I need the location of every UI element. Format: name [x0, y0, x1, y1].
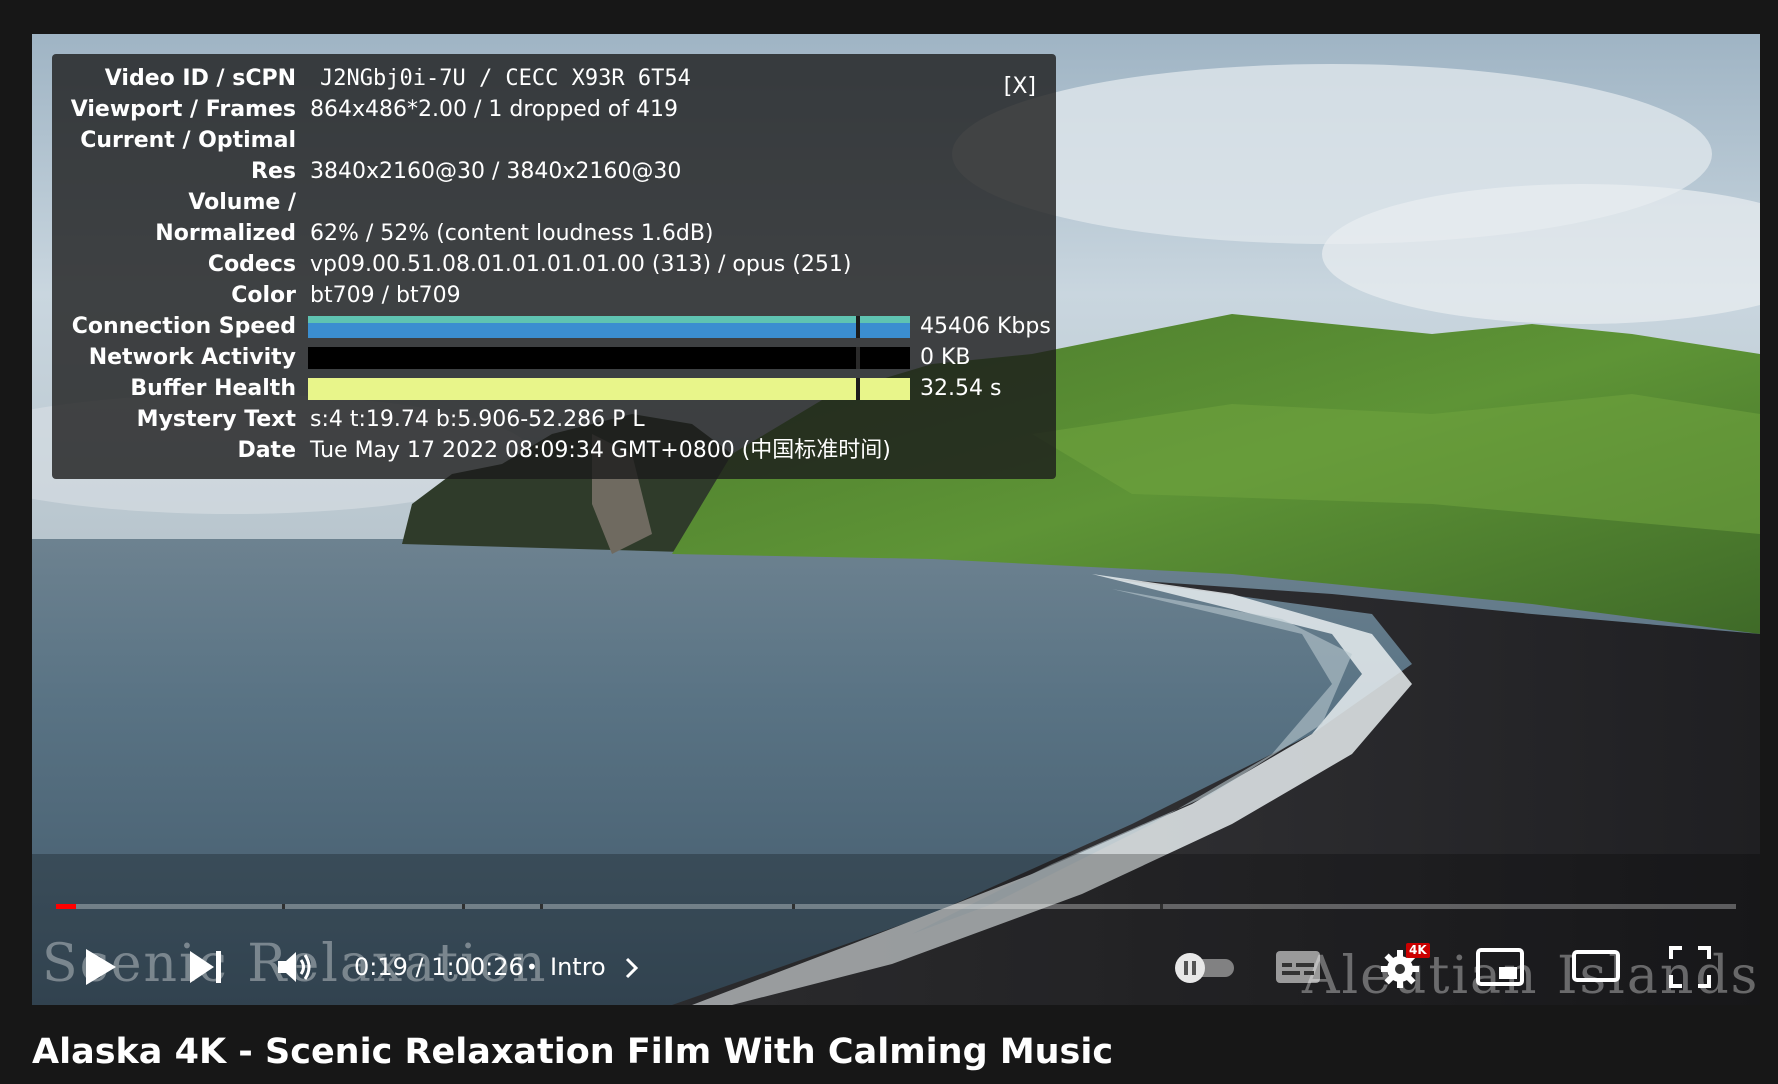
- stat-value: 45406 Kbps: [920, 314, 1051, 339]
- stat-value: Tue May 17 2022 08:09:34 GMT+0800 (中国标准时…: [310, 438, 891, 463]
- miniplayer-icon: [1476, 948, 1524, 986]
- volume-button[interactable]: [268, 939, 324, 995]
- miniplayer-button[interactable]: [1472, 939, 1528, 995]
- bar-divider: [856, 316, 860, 338]
- stat-label: Res: [251, 159, 296, 184]
- stat-label: Color: [231, 283, 296, 308]
- stat-label: Codecs: [207, 252, 296, 277]
- play-button[interactable]: [72, 939, 128, 995]
- autoplay-toggle[interactable]: [1166, 939, 1240, 995]
- stat-label: Normalized: [155, 221, 296, 246]
- chevron-right-icon: [626, 957, 639, 979]
- stat-label: Current / Optimal: [80, 128, 296, 153]
- network-bar-fill: [308, 347, 910, 369]
- chapter-button[interactable]: Intro: [550, 939, 641, 995]
- stat-row-connection-speed: Connection Speed 45406 Kbps: [52, 312, 1056, 342]
- stat-row-viewport: Viewport / Frames 864x486*2.00 / 1 dropp…: [52, 95, 1056, 125]
- stat-value: 0 KB: [920, 345, 971, 370]
- page: Scenic Relaxation Aleutian Islands [X] V…: [0, 0, 1778, 1084]
- stat-row-volume: Volume /: [52, 188, 1056, 218]
- stat-row-res: Res 3840x2160@30 / 3840x2160@30: [52, 157, 1056, 187]
- subtitles-button[interactable]: [1270, 939, 1326, 995]
- video-title: Alaska 4K - Scenic Relaxation Film With …: [32, 1032, 1114, 1072]
- chapter-marker: [462, 904, 465, 909]
- fullscreen-icon: [1669, 946, 1711, 988]
- next-button[interactable]: [178, 939, 234, 995]
- stat-row-date: Date Tue May 17 2022 08:09:34 GMT+0800 (…: [52, 436, 1056, 466]
- stat-row-normalized: Normalized 62% / 52% (content loudness 1…: [52, 219, 1056, 249]
- stat-label: Date: [237, 438, 296, 463]
- connection-speed-bar: [308, 316, 910, 338]
- player-controls: 0:19 / 1:00:26 • Intro 4K: [32, 939, 1760, 995]
- settings-button[interactable]: 4K: [1374, 939, 1430, 995]
- chapter-marker: [1160, 904, 1163, 909]
- theater-mode-button[interactable]: [1568, 939, 1624, 995]
- chapter-marker: [282, 904, 285, 909]
- stat-label: Buffer Health: [130, 376, 296, 401]
- stat-label: Video ID / sCPN: [104, 66, 296, 91]
- stat-value: vp09.00.51.08.01.01.01.01.00 (313) / opu…: [310, 252, 852, 277]
- stat-row-mystery-text: Mystery Text s:4 t:19.74 b:5.906-52.286 …: [52, 405, 1056, 435]
- time-display: 0:19 / 1:00:26: [354, 953, 524, 981]
- progress-bar[interactable]: [56, 904, 1736, 909]
- play-icon: [86, 949, 116, 985]
- stat-row-network-activity: Network Activity 0 KB: [52, 343, 1056, 373]
- volume-icon: [278, 952, 311, 982]
- subtitles-icon: [1276, 951, 1320, 983]
- stat-label: Connection Speed: [71, 314, 296, 339]
- stats-for-nerds-panel: [X] Video ID / sCPN J2NGbj0i-7U / CECC X…: [52, 54, 1056, 479]
- stat-row-video-id: Video ID / sCPN J2NGbj0i-7U / CECC X93R …: [52, 64, 1056, 94]
- stat-row-buffer-health: Buffer Health 32.54 s: [52, 374, 1056, 404]
- network-activity-bar: [308, 347, 910, 369]
- stat-value: 62% / 52% (content loudness 1.6dB): [310, 221, 714, 246]
- stat-value: 3840x2160@30 / 3840x2160@30: [310, 159, 682, 184]
- theater-icon: [1572, 950, 1620, 982]
- chapter-marker: [540, 904, 543, 909]
- stat-label: Viewport / Frames: [70, 97, 296, 122]
- chapter-title: Intro: [550, 953, 606, 981]
- chapter-separator: •: [526, 955, 538, 979]
- stat-label: Network Activity: [88, 345, 296, 370]
- quality-badge: 4K: [1406, 943, 1430, 958]
- stat-label: Mystery Text: [136, 407, 296, 432]
- stat-label: Volume /: [188, 190, 296, 215]
- stat-value: 864x486*2.00 / 1 dropped of 419: [310, 97, 678, 122]
- bar-divider: [856, 347, 860, 369]
- autoplay-toggle-icon: [1175, 953, 1234, 983]
- progress-played: [56, 904, 77, 909]
- video-player[interactable]: Scenic Relaxation Aleutian Islands [X] V…: [32, 34, 1760, 1005]
- stat-value: J2NGbj0i-7U / CECC X93R 6T54: [320, 66, 691, 91]
- stat-value: s:4 t:19.74 b:5.906-52.286 P L: [310, 407, 645, 432]
- chapter-marker: [792, 904, 795, 909]
- stat-value: bt709 / bt709: [310, 283, 461, 308]
- fullscreen-button[interactable]: [1662, 939, 1718, 995]
- connection-bar-top: [308, 316, 910, 323]
- stat-row-current-optimal: Current / Optimal: [52, 126, 1056, 156]
- stat-value: 32.54 s: [920, 376, 1002, 401]
- stat-row-color: Color bt709 / bt709: [52, 281, 1056, 311]
- stat-row-codecs: Codecs vp09.00.51.08.01.01.01.01.00 (313…: [52, 250, 1056, 280]
- bar-divider: [856, 378, 860, 400]
- next-icon: [190, 951, 221, 983]
- buffer-bar-fill: [308, 378, 910, 400]
- buffer-health-bar: [308, 378, 910, 400]
